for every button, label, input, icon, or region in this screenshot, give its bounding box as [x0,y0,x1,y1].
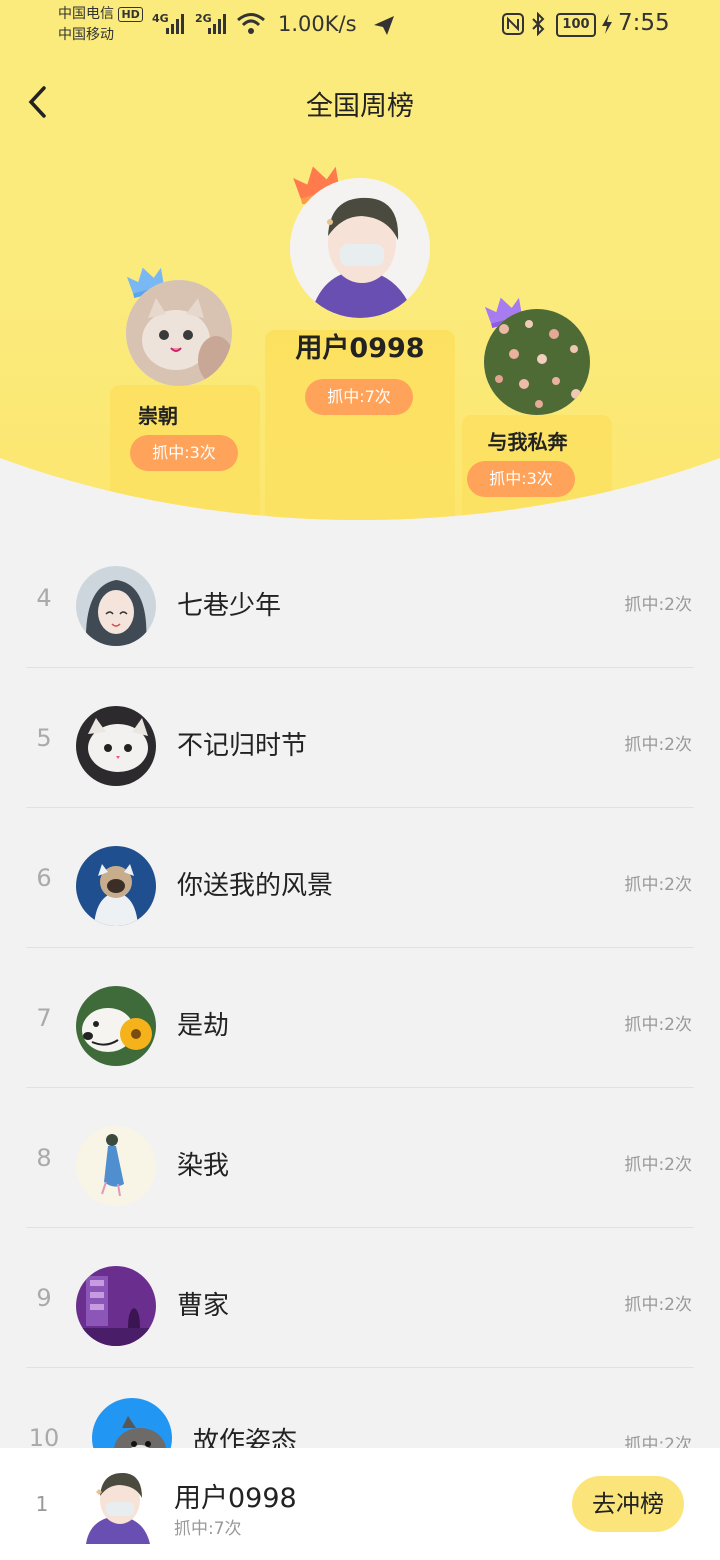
user-name: 不记归时节 [177,731,308,761]
avatar [76,846,156,926]
my-name: 用户0998 [174,1483,297,1514]
rank-number: 4 [36,584,52,612]
list-item[interactable]: 5 不记归时节 抓中:2次 [0,668,720,808]
bluetooth-icon [532,12,545,36]
catch-count: 抓中:2次 [624,1295,692,1315]
list-item[interactable]: 8 染我 抓中:2次 [0,1088,720,1228]
send-icon [374,16,394,35]
network-speed: 1.00K/s [278,12,357,36]
user-name: 七巷少年 [177,591,282,621]
go-rank-button[interactable]: 去冲榜 [572,1476,684,1532]
avatar [76,1266,156,1346]
clock: 7:55 [618,10,670,36]
rank-number: 7 [36,1004,52,1032]
wifi-icon [237,13,265,34]
carrier-info: 中国电信 HD 中国移动 [58,4,143,46]
my-rank-number: 1 [35,1492,49,1516]
carrier-1: 中国电信 [58,6,114,22]
list-item[interactable]: 9 曹家 抓中:2次 [0,1228,720,1368]
status-bar: 中国电信 HD 中国移动 4G 2G 1.00K/s 100 7:55 [0,0,720,52]
hd-badge: HD [118,7,143,22]
my-count: 抓中:7次 [174,1519,242,1539]
avatar-third[interactable] [484,309,590,415]
my-avatar [80,1464,156,1544]
avatar-first[interactable] [290,178,430,318]
avatar-second[interactable] [126,280,232,386]
catch-count: 抓中:2次 [624,735,692,755]
user-name: 染我 [177,1151,230,1181]
catch-count: 抓中:2次 [624,595,692,615]
top-name-third: 与我私奔 [487,430,568,454]
avatar [76,986,156,1066]
top-name-first: 用户0998 [295,333,425,364]
signal-icon [166,14,184,34]
carrier-2: 中国移动 [58,27,114,43]
battery-icon: 100 [556,13,596,37]
top-name-second: 崇朝 [138,404,178,428]
rank-number: 5 [36,724,52,752]
signal-icon-2 [208,14,226,34]
user-name: 你送我的风景 [177,871,334,901]
page-title: 全国周榜 [306,91,414,122]
avatar [76,566,156,646]
avatar [76,706,156,786]
catch-count: 抓中:2次 [624,875,692,895]
user-name: 曹家 [177,1291,230,1321]
list-item[interactable]: 6 你送我的风景 抓中:2次 [0,808,720,948]
nfc-icon [502,13,524,35]
user-name: 是劫 [177,1011,230,1041]
charging-icon [602,14,612,34]
rank-number: 9 [36,1284,52,1312]
catch-count: 抓中:2次 [624,1015,692,1035]
my-rank-bar: 1 用户0998 抓中:7次 去冲榜 [0,1448,720,1560]
list-item[interactable]: 4 七巷少年 抓中:2次 [0,528,720,668]
top-count-second: 抓中:3次 [130,435,238,471]
rank-number: 8 [36,1144,52,1172]
catch-count: 抓中:2次 [624,1155,692,1175]
top-count-third: 抓中:3次 [467,461,575,497]
rank-number: 6 [36,864,52,892]
avatar [76,1126,156,1206]
list-item[interactable]: 7 是劫 抓中:2次 [0,948,720,1088]
top-count-first: 抓中:7次 [305,379,413,415]
